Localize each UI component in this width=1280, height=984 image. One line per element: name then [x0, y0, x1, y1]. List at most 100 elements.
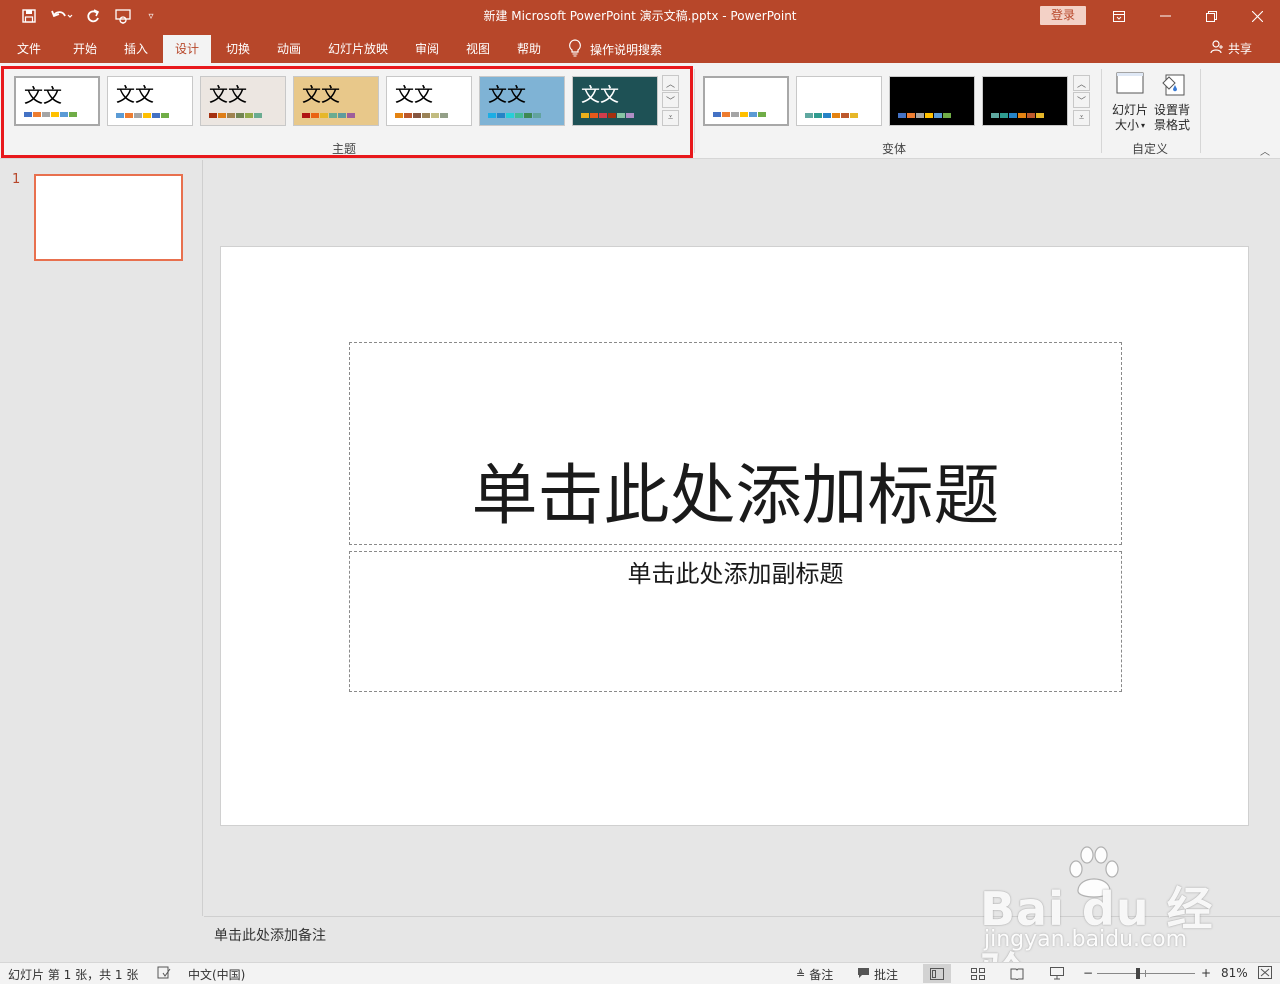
zoom-slider[interactable]: [1097, 968, 1195, 979]
slide-sorter-view-icon[interactable]: [964, 964, 992, 983]
notes-placeholder: 单击此处添加备注: [214, 928, 326, 944]
themes-scroll-down-icon[interactable]: ﹀: [662, 92, 679, 108]
zoom-in-button[interactable]: +: [1201, 966, 1211, 980]
zoom-out-button[interactable]: −: [1083, 966, 1093, 980]
color-swatch: [497, 113, 505, 118]
slide-thumbnail[interactable]: [34, 174, 183, 261]
subtitle-placeholder[interactable]: 单击此处添加副标题: [349, 551, 1122, 692]
color-swatch: [161, 113, 169, 118]
save-icon[interactable]: [18, 6, 40, 26]
theme-tile[interactable]: 文文: [107, 76, 193, 126]
color-swatch: [347, 113, 355, 118]
start-from-beginning-icon[interactable]: [112, 6, 136, 26]
title-placeholder[interactable]: 单击此处添加标题: [349, 342, 1122, 545]
redo-icon[interactable]: [82, 6, 104, 26]
theme-tile[interactable]: 文文: [386, 76, 472, 126]
tell-me-search[interactable]: 操作说明搜索: [568, 35, 662, 63]
variants-scroll-up-icon[interactable]: ︿: [1073, 75, 1090, 91]
tell-me-label: 操作说明搜索: [590, 42, 663, 57]
variants-scroll-down-icon[interactable]: ﹀: [1073, 92, 1090, 108]
normal-view-icon[interactable]: [923, 964, 951, 983]
sign-in-button[interactable]: 登录: [1040, 6, 1086, 25]
theme-color-swatches: [116, 113, 169, 118]
color-swatch: [608, 113, 616, 118]
theme-tile[interactable]: 文文: [14, 76, 100, 126]
variant-tile[interactable]: [703, 76, 789, 126]
lightbulb-icon: [568, 38, 582, 60]
tab-slide-show[interactable]: 幻灯片放映: [320, 35, 396, 63]
tab-help[interactable]: 帮助: [507, 35, 551, 63]
color-swatch: [488, 113, 496, 118]
variant-tile[interactable]: [796, 76, 882, 126]
color-swatch: [24, 112, 32, 117]
tab-review[interactable]: 审阅: [405, 35, 449, 63]
theme-color-swatches: [488, 113, 541, 118]
color-swatch: [581, 113, 589, 118]
group-divider: [1101, 69, 1102, 153]
theme-color-swatches: [209, 113, 262, 118]
reading-view-icon[interactable]: [1003, 964, 1031, 983]
collapse-ribbon-icon[interactable]: ︿: [1260, 143, 1270, 158]
tab-view[interactable]: 视图: [456, 35, 500, 63]
color-swatch: [898, 113, 906, 118]
theme-tile[interactable]: 文文: [293, 76, 379, 126]
group-divider: [1200, 69, 1201, 153]
theme-tile[interactable]: 文文: [479, 76, 565, 126]
close-icon[interactable]: [1234, 0, 1280, 32]
share-button[interactable]: 共享: [1210, 40, 1252, 57]
zoom-slider-thumb[interactable]: [1136, 968, 1140, 979]
notes-toggle-label: 备注: [809, 968, 834, 982]
themes-more-icon[interactable]: ⩡: [662, 110, 679, 126]
undo-icon[interactable]: [48, 6, 76, 26]
tab-animations[interactable]: 动画: [267, 35, 311, 63]
theme-color-swatches: [581, 113, 634, 118]
color-swatch: [916, 113, 924, 118]
variant-tile[interactable]: [982, 76, 1068, 126]
variant-tile[interactable]: [889, 76, 975, 126]
color-swatch: [134, 113, 142, 118]
ribbon-design: 文文 文文 文文 文文 文文 文文 文文 ︿ ﹀ ⩡ 主题 ︿ ﹀ ⩡ 变体 幻灯片 大小 …: [0, 63, 1280, 159]
minimize-icon[interactable]: [1142, 0, 1188, 32]
variants-more-icon[interactable]: ⩡: [1073, 110, 1090, 126]
theme-tile-text: 文文: [302, 84, 341, 106]
color-swatch: [51, 112, 59, 117]
tab-file[interactable]: 文件: [8, 35, 50, 63]
spell-check-icon[interactable]: [157, 966, 171, 979]
slide-size-icon: [1114, 71, 1146, 103]
fit-to-window-icon[interactable]: [1258, 966, 1272, 979]
color-swatch: [850, 113, 858, 118]
tab-insert[interactable]: 插入: [114, 35, 158, 63]
notes-icon: ≜: [796, 968, 806, 981]
comments-button[interactable]: 批注: [857, 966, 898, 983]
variant-color-swatches: [898, 113, 951, 118]
customize-qat-icon[interactable]: ▿: [143, 6, 159, 26]
slide-size-button[interactable]: 幻灯片 大小 ▾: [1108, 71, 1152, 133]
restore-icon[interactable]: [1188, 0, 1234, 32]
color-swatch: [431, 113, 439, 118]
notes-toggle-button[interactable]: ≜ 备注: [796, 966, 833, 983]
share-label: 共享: [1228, 42, 1253, 56]
themes-scroll-up-icon[interactable]: ︿: [662, 75, 679, 91]
color-swatch: [329, 113, 337, 118]
color-swatch: [116, 113, 124, 118]
tab-home[interactable]: 开始: [63, 35, 107, 63]
subtitle-placeholder-text: 单击此处添加副标题: [627, 560, 844, 588]
slide-canvas: 单击此处添加标题 单击此处添加副标题: [220, 246, 1249, 826]
slide-show-view-icon[interactable]: [1043, 964, 1071, 983]
color-swatch: [143, 113, 151, 118]
theme-tile[interactable]: 文文: [200, 76, 286, 126]
tab-design[interactable]: 设计: [163, 35, 211, 63]
color-swatch: [1000, 113, 1008, 118]
color-swatch: [338, 113, 346, 118]
theme-tile[interactable]: 文文: [572, 76, 658, 126]
tab-transitions[interactable]: 切换: [216, 35, 260, 63]
zoom-level[interactable]: 81%: [1221, 966, 1248, 980]
color-swatch: [991, 113, 999, 118]
theme-tile-text: 文文: [116, 84, 155, 106]
format-background-button[interactable]: 设置背 景格式: [1150, 71, 1194, 133]
color-swatch: [302, 113, 310, 118]
ribbon-display-options-icon[interactable]: [1096, 0, 1142, 32]
language-status[interactable]: 中文(中国): [188, 966, 245, 983]
notes-pane[interactable]: 单击此处添加备注: [204, 916, 1280, 962]
color-swatch: [749, 112, 757, 117]
